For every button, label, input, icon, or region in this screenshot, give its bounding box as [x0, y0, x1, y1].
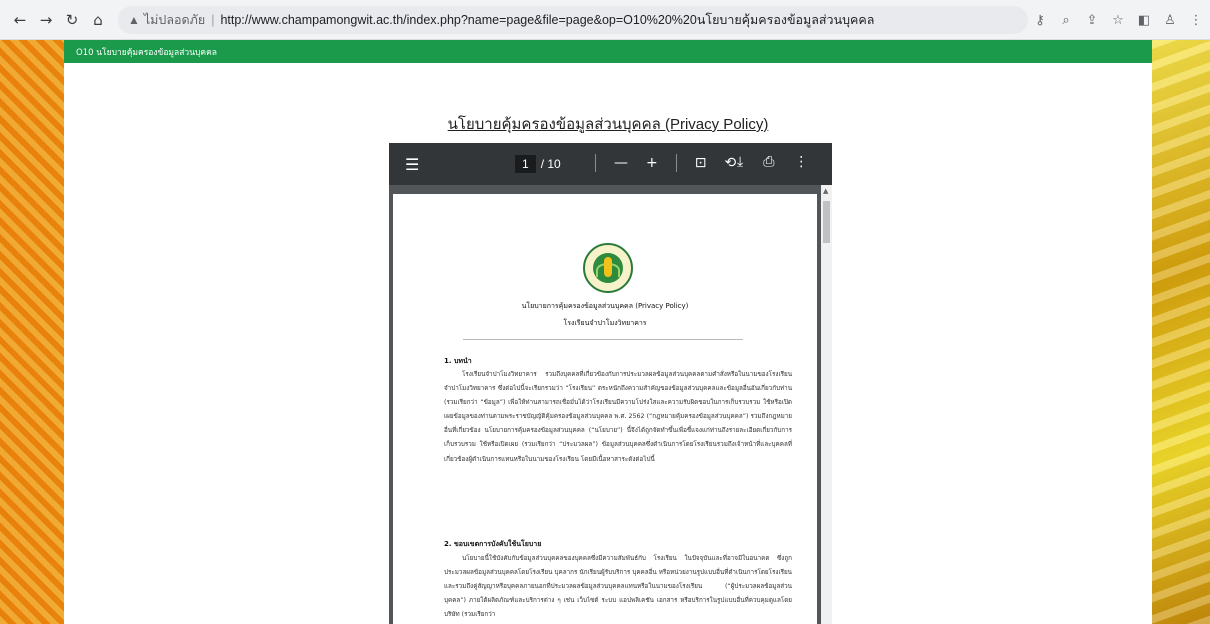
section-heading: 1. บทนำ — [444, 357, 472, 365]
page-indicator: 1 / 10 — [515, 155, 561, 173]
page-title[interactable]: นโยบายคุ้มครองข้อมูลส่วนบุคคล (Privacy P… — [64, 112, 1152, 136]
security-status-label[interactable]: ไม่ปลอดภัย — [144, 10, 205, 30]
fit-page-icon[interactable]: ⊡ — [695, 155, 707, 171]
address-bar[interactable]: ▲ ไม่ปลอดภัย | http://www.champamongwit.… — [118, 5, 1028, 34]
scroll-up-arrow-icon[interactable]: ▲ — [823, 187, 828, 195]
key-icon[interactable]: ⚷ — [1032, 13, 1048, 28]
url-text[interactable]: http://www.champamongwit.ac.th/index.php… — [220, 10, 874, 30]
document-title: นโยบายการคุ้มครองข้อมูลส่วนบุคคล (Privac… — [521, 302, 689, 310]
zoom-icon[interactable]: ⌕ — [1058, 13, 1074, 28]
browser-toolbar: ← → ↻ ⌂ ▲ ไม่ปลอดภัย | http://www.champa… — [0, 0, 1210, 40]
home-icon[interactable]: ⌂ — [88, 10, 108, 30]
page-number-input[interactable]: 1 — [515, 155, 536, 173]
profile-icon[interactable]: ♙ — [1162, 13, 1178, 28]
rotate-icon[interactable]: ⟲ — [724, 155, 736, 171]
pdf-page: นโยบายการคุ้มครองข้อมูลส่วนบุคคล (Privac… — [393, 194, 817, 624]
share-icon[interactable]: ⇪ — [1084, 13, 1100, 28]
breadcrumb-text: O10 นโยบายคุ้มครองข้อมูลส่วนบุคคล — [76, 47, 217, 58]
toolbar-divider — [595, 154, 596, 172]
breadcrumb: O10 นโยบายคุ้มครองข้อมูลส่วนบุคคล — [64, 40, 1152, 63]
section-body: นโยบายนี้ใช้บังคับกับข้อมูลส่วนบุคคลของบ… — [444, 555, 792, 619]
warning-triangle-icon[interactable]: ▲ — [128, 13, 140, 27]
pdf-toolbar: ☰ 1 / 10 — + ⊡ ⟲ ⤓ ⎙ ⋮ — [389, 143, 832, 185]
browser-action-icons: ⚷ ⌕ ⇪ ☆ ◧ ♙ ⋮ — [1032, 0, 1204, 40]
download-icon[interactable]: ⤓ — [737, 154, 743, 170]
zoom-out-icon[interactable]: — — [614, 155, 628, 171]
section-body: โรงเรียนจำปาโมงวิทยาคาร รวมถึงบุคคลที่เก… — [444, 371, 792, 463]
zoom-controls: — + ⊡ ⟲ — [595, 154, 736, 172]
forward-arrow-icon[interactable]: → — [36, 10, 56, 30]
page-background: O10 นโยบายคุ้มครองข้อมูลส่วนบุคคล นโยบาย… — [0, 40, 1210, 624]
toolbar-divider — [675, 154, 677, 172]
divider — [463, 339, 743, 340]
zoom-in-icon[interactable]: + — [646, 155, 658, 171]
pdf-scrollbar[interactable]: ▲ — [821, 185, 832, 624]
page-total: / 10 — [540, 157, 561, 171]
decorative-side-panel — [1152, 40, 1210, 624]
print-icon[interactable]: ⎙ — [763, 154, 774, 170]
scroll-thumb[interactable] — [823, 201, 830, 243]
menu-kebab-icon[interactable]: ⋮ — [1188, 13, 1204, 28]
document-subtitle: โรงเรียนจำปาโมงวิทยาคาร — [563, 319, 647, 327]
section-heading: 2. ขอบเขตการบังคับใช้นโยบาย — [444, 540, 542, 548]
reload-icon[interactable]: ↻ — [62, 10, 82, 30]
address-separator: | — [211, 12, 215, 27]
pdf-actions: ⤓ ⎙ ⋮ — [737, 154, 808, 170]
main-content: O10 นโยบายคุ้มครองข้อมูลส่วนบุคคล นโยบาย… — [64, 40, 1152, 624]
more-options-icon[interactable]: ⋮ — [794, 154, 808, 170]
pdf-viewer: ☰ 1 / 10 — + ⊡ ⟲ ⤓ ⎙ ⋮ นโยบายการคุ้มครอง… — [389, 143, 832, 624]
hamburger-menu-icon[interactable]: ☰ — [405, 155, 419, 174]
bookmark-star-icon[interactable]: ☆ — [1110, 13, 1126, 28]
school-logo — [583, 243, 633, 293]
back-arrow-icon[interactable]: ← — [10, 10, 30, 30]
side-panel-icon[interactable]: ◧ — [1136, 13, 1152, 28]
